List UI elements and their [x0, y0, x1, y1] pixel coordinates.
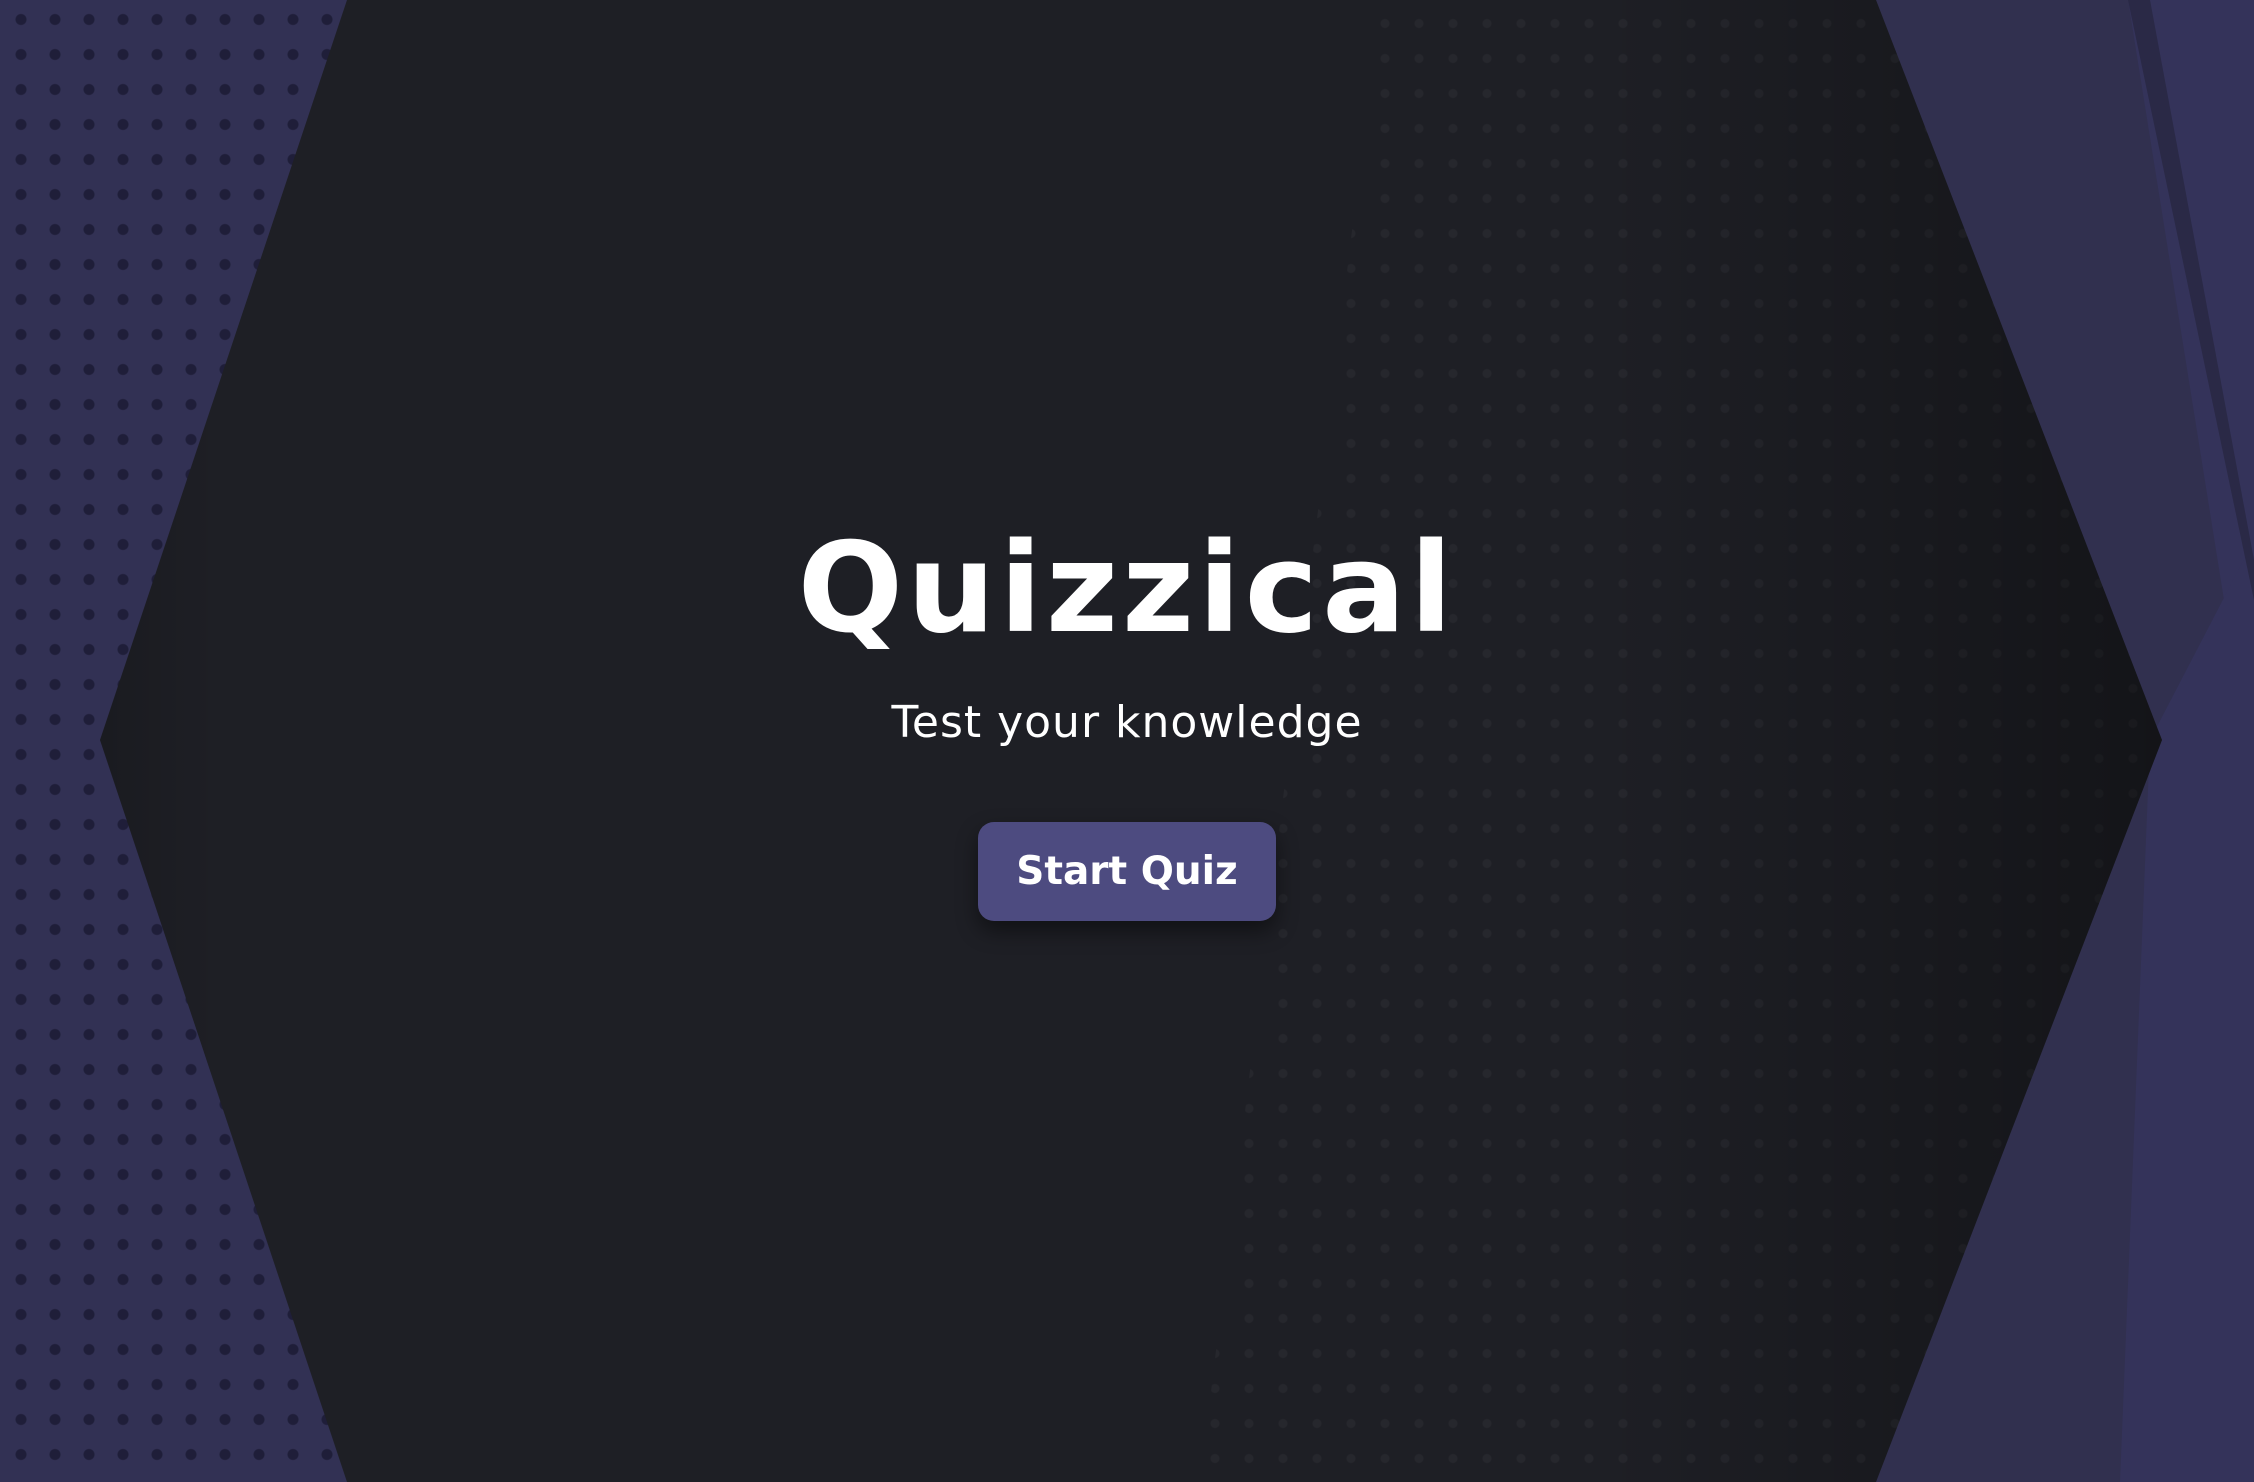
- app-title: Quizzical: [797, 517, 1457, 661]
- hero: Quizzical Test your knowledge Start Quiz: [0, 0, 2254, 1482]
- start-screen: Quizzical Test your knowledge Start Quiz: [0, 0, 2254, 1482]
- app-subtitle: Test your knowledge: [891, 697, 1363, 748]
- start-quiz-button[interactable]: Start Quiz: [978, 822, 1276, 921]
